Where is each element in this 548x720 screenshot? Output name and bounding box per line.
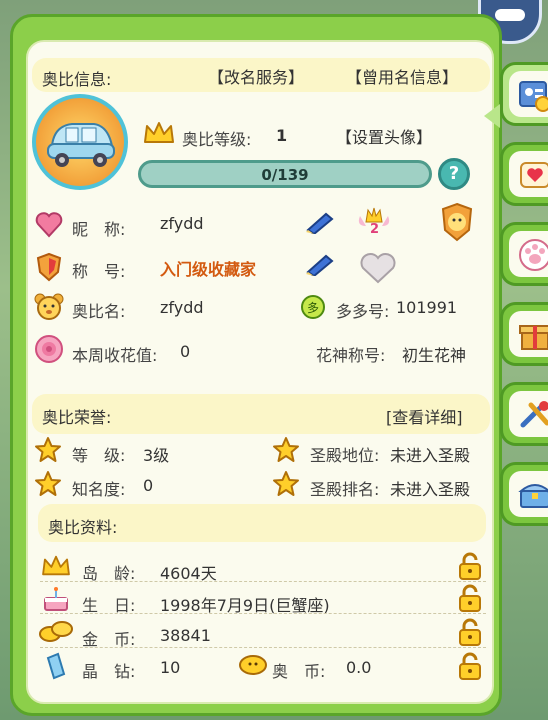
flower-value-label: 本周收花值: (72, 346, 158, 365)
padlock-icon[interactable] (458, 584, 482, 612)
crystal-value: 10 (160, 658, 181, 677)
minus-icon (495, 9, 525, 21)
flower-icon (35, 335, 63, 363)
paw-icon (519, 239, 548, 271)
aobi-name-label: 奥比名: (72, 302, 126, 321)
cake-icon (44, 587, 68, 611)
palace-position-label: 圣殿地位: (310, 446, 380, 465)
aobi-coin-icon (239, 655, 267, 675)
gold-coins-icon (39, 621, 73, 642)
duoduo-value: 101991 (396, 298, 458, 317)
gold-value: 38841 (160, 626, 211, 645)
heart-icon (35, 212, 63, 238)
tab-treasure[interactable] (500, 462, 548, 526)
flower-value: 0 (180, 342, 191, 361)
tab-messages[interactable] (500, 142, 548, 206)
fame-value: 0 (143, 476, 154, 495)
padlock-icon[interactable] (458, 652, 482, 680)
tab-gifts[interactable] (500, 302, 548, 366)
set-avatar-link[interactable]: 【设置头像】 (336, 124, 432, 148)
honor-level-value: 3级 (143, 446, 170, 465)
edit-pencil-icon[interactable] (304, 210, 336, 234)
palace-position-value: 未进入圣殿 (390, 446, 471, 465)
tab-profile[interactable] (500, 62, 548, 126)
edit-pencil-icon[interactable] (304, 252, 336, 276)
padlock-icon[interactable] (458, 618, 482, 646)
former-names-link[interactable]: 【曾用名信息】 (346, 64, 458, 88)
divider (40, 581, 486, 582)
crystal-icon (46, 652, 66, 680)
section-title-aobi-info: 奥比信息: (42, 70, 112, 89)
honor-level-label: 等 级: (72, 446, 126, 465)
gift-box-icon (519, 325, 548, 350)
svg-text:多: 多 (307, 301, 319, 315)
crown-icon (42, 555, 70, 576)
heart-card-icon (520, 162, 548, 188)
winged-badge-icon: 2 (356, 204, 392, 240)
avatar[interactable] (32, 94, 128, 190)
aobi-coin-value: 0.0 (346, 658, 372, 677)
aobi-name-value: zfydd (160, 298, 204, 317)
flower-god-value: 初生花神 (402, 346, 467, 365)
title-value: 入门级收藏家 (160, 260, 257, 279)
palace-rank-value: 未进入圣殿 (390, 480, 471, 499)
crown-icon (144, 122, 174, 143)
silver-heart-icon (360, 253, 396, 284)
nickname-label: 昵 称: (72, 220, 126, 239)
bear-face-icon (34, 293, 64, 320)
car-icon (47, 123, 115, 167)
level-value: 1 (276, 126, 288, 145)
question-mark-icon: ? (448, 163, 460, 184)
active-tab-pointer (484, 104, 500, 128)
tools-icon (520, 401, 548, 428)
treasure-chest-icon (518, 484, 548, 508)
help-button[interactable]: ? (438, 158, 470, 190)
aobi-coin-label: 奥 币: (272, 662, 326, 681)
divider (40, 647, 486, 648)
tab-pets[interactable] (500, 222, 548, 286)
palace-rank-label: 圣殿排名: (310, 480, 380, 499)
star-icon (35, 437, 61, 462)
star-icon (273, 471, 299, 496)
rename-service-link[interactable]: 【改名服务】 (208, 64, 304, 88)
section-title-honor: 奥比荣誉: (42, 408, 112, 427)
level-label: 奥比等级: (182, 130, 252, 149)
nickname-value: zfydd (160, 214, 204, 233)
section-title-info: 奥比资料: (48, 518, 118, 537)
flower-god-label: 花神称号: (316, 346, 386, 365)
shield-icon (36, 252, 62, 282)
padlock-icon[interactable] (458, 552, 482, 580)
title-label: 称 号: (72, 262, 126, 281)
exp-text: 0/139 (261, 166, 309, 184)
view-details-link[interactable]: [查看详细] (386, 404, 463, 428)
badge-number: 2 (370, 222, 380, 237)
divider (40, 613, 486, 614)
star-icon (273, 437, 299, 462)
tab-tools[interactable] (500, 382, 548, 446)
lion-shield-icon (441, 202, 473, 242)
duoduo-label: 多多号: (336, 302, 390, 321)
exp-progress-bar: 0/139 (138, 160, 432, 188)
crystal-label: 晶 钻: (82, 662, 136, 681)
duoduo-coin-icon: 多 (301, 295, 325, 319)
star-icon (35, 471, 61, 496)
id-card-icon (519, 81, 548, 112)
fame-label: 知名度: (72, 480, 126, 499)
